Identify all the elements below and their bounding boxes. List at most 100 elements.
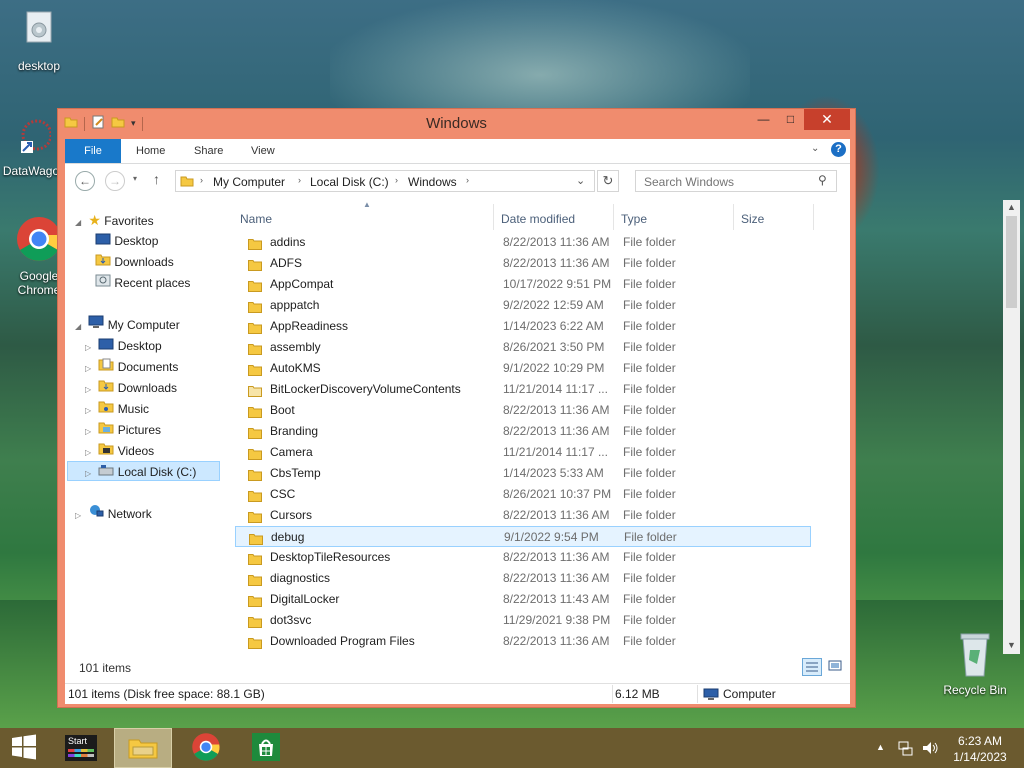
nav-pictures[interactable]: ▷ Pictures [85,420,161,440]
file-row[interactable]: BitLockerDiscoveryVolumeContents 11/21/20… [235,379,811,400]
file-row[interactable]: DigitalLocker 8/22/2013 11:43 AM File fold… [235,589,811,610]
scrollbar-thumb[interactable] [1006,216,1017,308]
column-date-modified[interactable]: Date modified [501,212,575,226]
expand-arrow-icon[interactable]: ▷ [85,359,95,379]
expand-arrow-icon[interactable]: ▷ [85,380,95,400]
file-row[interactable]: apppatch 9/2/2022 12:59 AM File folder [235,295,811,316]
file-row[interactable]: AppReadiness 1/14/2023 6:22 AM File folder [235,316,811,337]
nav-label: Desktop [117,339,162,353]
column-divider[interactable] [733,204,734,230]
back-button[interactable]: ← [75,171,95,191]
column-size[interactable]: Size [741,212,764,226]
address-dropdown-icon[interactable]: ⌄ [576,174,585,187]
file-row[interactable]: diagnostics 8/22/2013 11:36 AM File folder [235,568,811,589]
large-icons-view-icon[interactable] [826,658,844,674]
scroll-up-icon[interactable]: ▲ [1007,202,1016,212]
up-button[interactable]: ↑ [153,171,160,187]
collapse-arrow-icon[interactable]: ◢ [75,213,85,233]
file-row[interactable]: addins 8/22/2013 11:36 AM File folder [235,232,811,253]
show-hidden-icons-icon[interactable]: ▲ [876,742,885,752]
file-row[interactable]: Boot 8/22/2013 11:36 AM File folder [235,400,811,421]
nav-local-disk[interactable]: ▷ Local Disk (C:) [67,461,220,481]
close-button[interactable]: ✕ [804,109,850,130]
nav-my-computer[interactable]: ◢ My Computer [75,315,180,335]
network-tray-icon[interactable] [897,740,913,759]
refresh-icon[interactable]: ↻ [597,170,619,192]
nav-music[interactable]: ▷ Music [85,399,149,419]
expand-ribbon-icon[interactable]: ⌄ [811,143,819,154]
crumb-separator[interactable]: › [466,175,469,185]
tab-view[interactable]: View [251,139,275,163]
column-divider[interactable] [493,204,494,230]
nav-downloads[interactable]: ▷ Downloads [85,378,177,398]
search-input[interactable] [642,174,816,190]
desktop-icon-recycle-bin[interactable]: Recycle Bin [937,630,1013,697]
tab-share[interactable]: Share [194,139,223,163]
taskbar-chrome[interactable] [180,728,232,768]
videos-icon [98,443,114,458]
expand-arrow-icon[interactable]: ▷ [85,401,95,421]
system-clock[interactable]: 6:23 AM 1/14/2023 [940,733,1020,765]
column-divider[interactable] [813,204,814,230]
file-row[interactable]: ADFS 8/22/2013 11:36 AM File folder [235,253,811,274]
nav-videos[interactable]: ▷ Videos [85,441,154,461]
file-explorer-icon [127,734,159,763]
expand-arrow-icon[interactable]: ▷ [85,464,95,484]
scroll-down-icon[interactable]: ▼ [1007,640,1016,650]
file-row[interactable]: assembly 8/26/2021 3:50 PM File folder [235,337,811,358]
expand-arrow-icon[interactable]: ▷ [75,506,85,526]
collapse-arrow-icon[interactable]: ◢ [75,317,85,337]
title-bar[interactable]: ▾ Windows — □ ✕ [58,109,855,139]
expand-arrow-icon[interactable]: ▷ [85,443,95,463]
crumb-separator[interactable]: › [395,175,398,185]
file-row[interactable]: AppCompat 10/17/2022 9:51 PM File folder [235,274,811,295]
expand-arrow-icon[interactable]: ▷ [85,338,95,358]
nav-label: My Computer [107,318,180,332]
file-row[interactable]: CSC 8/26/2021 10:37 PM File folder [235,484,811,505]
help-icon[interactable]: ? [831,142,846,157]
file-row[interactable]: Cursors 8/22/2013 11:36 AM File folder [235,505,811,526]
maximize-button[interactable]: □ [777,109,804,130]
nav-favorites[interactable]: ◢ ★ Favorites [75,210,154,230]
file-row[interactable]: Branding 8/22/2013 11:36 AM File folder [235,421,811,442]
nav-fav-downloads[interactable]: Downloads [95,252,174,272]
crumb-separator[interactable]: › [298,175,301,185]
nav-desktop[interactable]: ▷ Desktop [85,336,162,356]
file-row[interactable]: debug 9/1/2022 9:54 PM File folder [235,526,811,547]
nav-documents[interactable]: ▷ Documents [85,357,178,377]
file-type: File folder [623,340,676,354]
tab-home[interactable]: Home [136,139,165,163]
column-name[interactable]: Name [240,212,272,226]
recent-locations-icon[interactable]: ▾ [133,174,137,183]
file-row[interactable]: Downloaded Program Files 8/22/2013 11:36 … [235,631,811,652]
expand-arrow-icon[interactable]: ▷ [85,422,95,442]
file-row[interactable]: Camera 11/21/2014 11:17 ... File folder [235,442,811,463]
nav-network[interactable]: ▷ Network [75,504,152,524]
minimize-button[interactable]: — [750,109,777,130]
crumb-my-computer[interactable]: My Computer [213,175,285,189]
file-row[interactable]: DesktopTileResources 8/22/2013 11:36 AM Fi… [235,547,811,568]
crumb-separator[interactable]: › [200,175,203,185]
taskbar-start-app[interactable]: Start [62,728,100,768]
file-row[interactable]: AutoKMS 9/1/2022 10:29 PM File folder [235,358,811,379]
desktop-icon-desktop[interactable]: desktop [1,10,77,73]
taskbar-store[interactable] [240,728,292,768]
address-bar[interactable]: › My Computer › Local Disk (C:) › Window… [175,170,595,192]
nav-fav-recent[interactable]: Recent places [95,273,190,293]
tab-file[interactable]: File [65,139,121,163]
crumb-local-disk[interactable]: Local Disk (C:) [310,175,389,189]
file-row[interactable]: CbsTemp 1/14/2023 5:33 AM File folder [235,463,811,484]
search-icon[interactable]: ⚲ [818,173,827,187]
nav-fav-desktop[interactable]: Desktop [95,231,158,251]
volume-icon[interactable] [921,740,939,759]
column-type[interactable]: Type [621,212,647,226]
start-button[interactable] [0,728,48,768]
file-row[interactable]: dot3svc 11/29/2021 9:38 PM File folder [235,610,811,631]
crumb-windows[interactable]: Windows [408,175,457,189]
forward-button[interactable]: → [105,171,125,191]
details-view-icon[interactable] [802,658,822,676]
search-box[interactable]: ⚲ [635,170,837,192]
taskbar-file-explorer[interactable] [114,728,172,768]
column-divider[interactable] [613,204,614,230]
vertical-scrollbar[interactable]: ▲ ▼ [1003,200,1020,654]
